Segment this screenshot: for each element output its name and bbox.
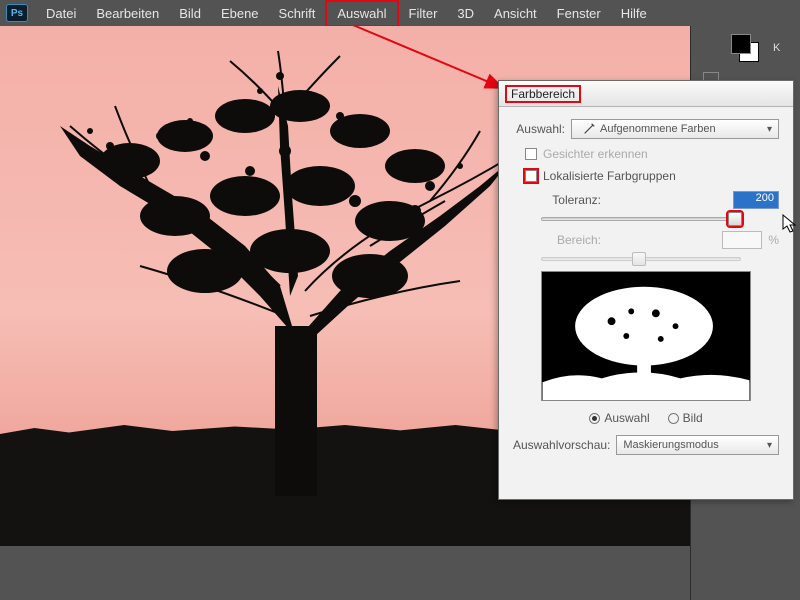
menu-ansicht[interactable]: Ansicht: [484, 2, 547, 25]
dialog-titlebar[interactable]: Farbbereich: [499, 81, 793, 107]
preview-select[interactable]: Maskierungsmodus: [616, 435, 779, 455]
tolerance-label: Toleranz:: [541, 193, 601, 207]
menu-schrift[interactable]: Schrift: [269, 2, 326, 25]
color-mode-letter: K: [773, 42, 780, 54]
select-value: Aufgenommene Farben: [600, 123, 716, 135]
detect-faces-label: Gesichter erkennen: [543, 147, 648, 161]
preview-select-label: Auswahlvorschau:: [513, 438, 610, 452]
menu-fenster[interactable]: Fenster: [547, 2, 611, 25]
selection-preview[interactable]: [541, 271, 751, 401]
image-tree: [30, 36, 550, 536]
sampled-colors-select[interactable]: Aufgenommene Farben: [571, 119, 779, 139]
color-swatches[interactable]: [731, 34, 765, 62]
preview-select-value: Maskierungsmodus: [623, 439, 718, 451]
tolerance-input[interactable]: 200: [733, 191, 779, 209]
menu-filter[interactable]: Filter: [399, 2, 448, 25]
menu-bearbeiten[interactable]: Bearbeiten: [86, 2, 169, 25]
range-unit: %: [768, 233, 779, 247]
color-range-dialog: Farbbereich Auswahl: Aufgenommene Farben…: [498, 80, 794, 500]
tolerance-slider[interactable]: [541, 217, 741, 221]
range-label: Bereich:: [541, 233, 601, 247]
tolerance-slider-thumb[interactable]: [728, 212, 742, 226]
mouse-cursor-icon: [782, 214, 798, 234]
range-slider: [541, 257, 741, 261]
radio-image[interactable]: [668, 413, 679, 424]
menu-bild[interactable]: Bild: [169, 2, 211, 25]
localized-colors-checkbox[interactable]: [525, 170, 537, 182]
radio-selection-label: Auswahl: [604, 411, 649, 425]
radio-selection[interactable]: [589, 413, 600, 424]
localized-colors-label: Lokalisierte Farbgruppen: [543, 169, 676, 183]
app-logo: Ps: [6, 4, 28, 22]
menu-3d[interactable]: 3D: [447, 2, 484, 25]
eyedropper-icon: [582, 122, 596, 136]
menu-bar: Ps Datei Bearbeiten Bild Ebene Schrift A…: [0, 0, 800, 26]
dialog-title: Farbbereich: [505, 85, 581, 103]
menu-ebene[interactable]: Ebene: [211, 2, 269, 25]
foreground-color-swatch[interactable]: [731, 34, 751, 54]
select-label: Auswahl:: [513, 122, 565, 136]
menu-hilfe[interactable]: Hilfe: [611, 2, 657, 25]
menu-datei[interactable]: Datei: [36, 2, 86, 25]
detect-faces-checkbox: [525, 148, 537, 160]
range-input: [722, 231, 762, 249]
range-slider-thumb: [632, 252, 646, 266]
radio-image-label: Bild: [683, 411, 703, 425]
menu-auswahl[interactable]: Auswahl: [325, 0, 398, 27]
